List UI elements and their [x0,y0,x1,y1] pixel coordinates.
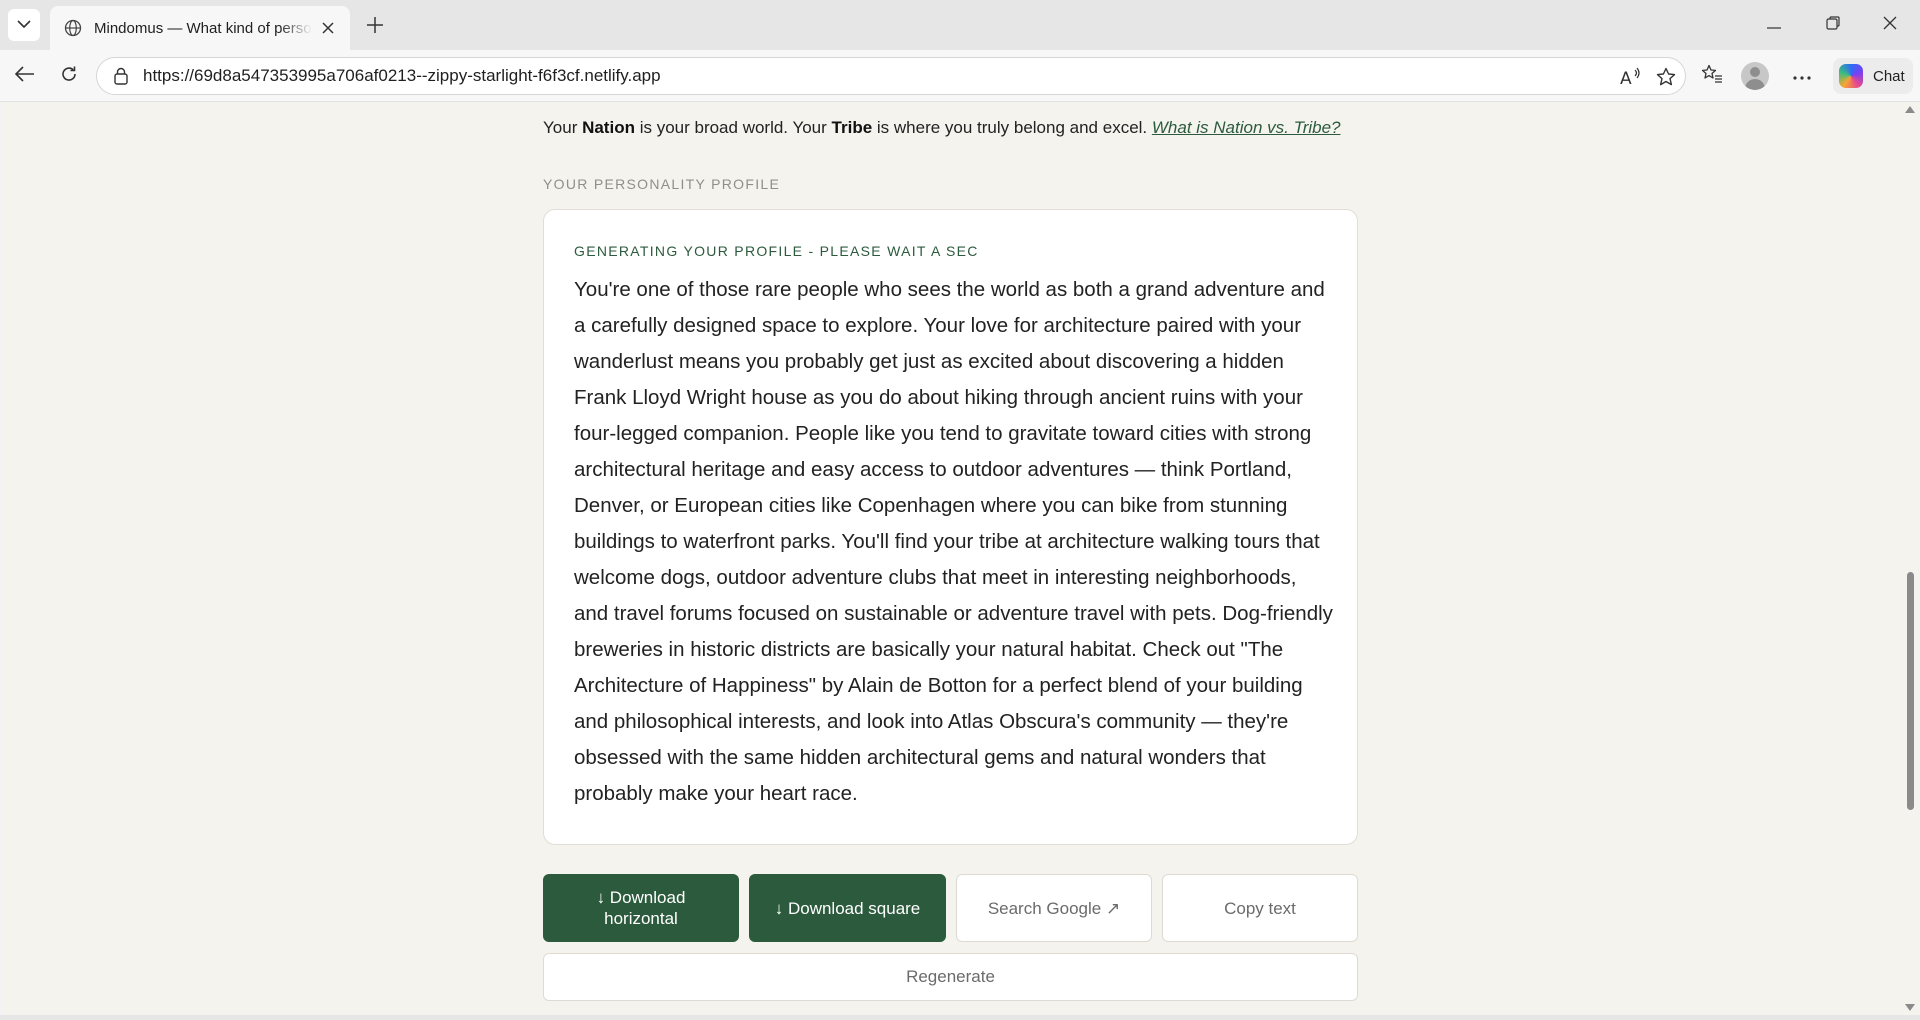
scroll-down-icon[interactable] [1905,1004,1915,1011]
scrollbar-thumb[interactable] [1907,572,1914,810]
nation-vs-tribe-link[interactable]: What is Nation vs. Tribe? [1152,118,1341,137]
new-tab-button[interactable] [360,12,390,42]
favorite-star-icon[interactable] [1653,64,1679,90]
download-square-button[interactable]: ↓ Download square [749,874,946,942]
window-close-icon [1883,16,1897,35]
profile-avatar[interactable] [1741,62,1769,90]
minimize-icon [1767,16,1781,34]
read-aloud-icon[interactable]: A [1618,64,1644,90]
back-button[interactable] [10,61,40,91]
nation-tribe-explainer: Your Nation is your broad world. Your Tr… [543,118,1341,137]
download-horizontal-button[interactable]: ↓ Download horizontal [543,874,739,942]
more-icon [1793,67,1811,85]
window-bottom-edge [0,1015,1920,1020]
restore-icon [1826,15,1840,35]
page-viewport: Your Nation is your broad world. Your Tr… [4,102,1900,1015]
minimize-button[interactable] [1746,0,1802,50]
search-google-button[interactable]: Search Google ↗ [956,874,1152,942]
site-info-icon[interactable] [111,66,131,86]
favorites-button[interactable] [1697,61,1727,91]
svg-text:A: A [1620,69,1632,87]
back-icon [14,65,35,87]
profile-text: You're one of those rare people who sees… [574,278,1333,805]
generating-status: GENERATING YOUR PROFILE - PLEASE WAIT A … [574,243,979,259]
globe-icon [62,17,84,39]
tab-list-button[interactable] [8,9,40,41]
tab-title: Mindomus — What kind of person are you? [94,19,312,37]
copilot-chat-button[interactable]: Chat [1833,58,1913,94]
regenerate-button[interactable]: Regenerate [543,953,1358,1001]
tab-strip: Mindomus — What kind of person are you? [0,0,1920,50]
address-bar[interactable]: https://69d8a547353995a706af0213--zippy-… [96,57,1686,95]
page-scrollbar[interactable] [1900,102,1920,1015]
more-button[interactable] [1787,61,1817,91]
restore-button[interactable] [1805,0,1861,50]
favorites-icon [1701,64,1723,89]
browser-toolbar: https://69d8a547353995a706af0213--zippy-… [0,50,1920,102]
section-label: YOUR PERSONALITY PROFILE [543,176,781,192]
browser-tab-active[interactable]: Mindomus — What kind of person are you? [50,6,350,50]
plus-icon [366,16,384,39]
refresh-icon [60,65,78,88]
window-close-button[interactable] [1862,0,1918,50]
url-text: https://69d8a547353995a706af0213--zippy-… [143,66,661,85]
close-icon[interactable] [316,16,340,40]
tab-list-icon [17,16,31,34]
copilot-icon [1839,64,1863,88]
refresh-button[interactable] [54,61,84,91]
copy-text-button[interactable]: Copy text [1162,874,1358,942]
tribe-term: Tribe [831,118,873,137]
profile-card: GENERATING YOUR PROFILE - PLEASE WAIT A … [543,209,1358,845]
scroll-up-icon[interactable] [1905,106,1915,113]
nation-term: Nation [582,118,635,137]
chat-label: Chat [1873,67,1905,85]
